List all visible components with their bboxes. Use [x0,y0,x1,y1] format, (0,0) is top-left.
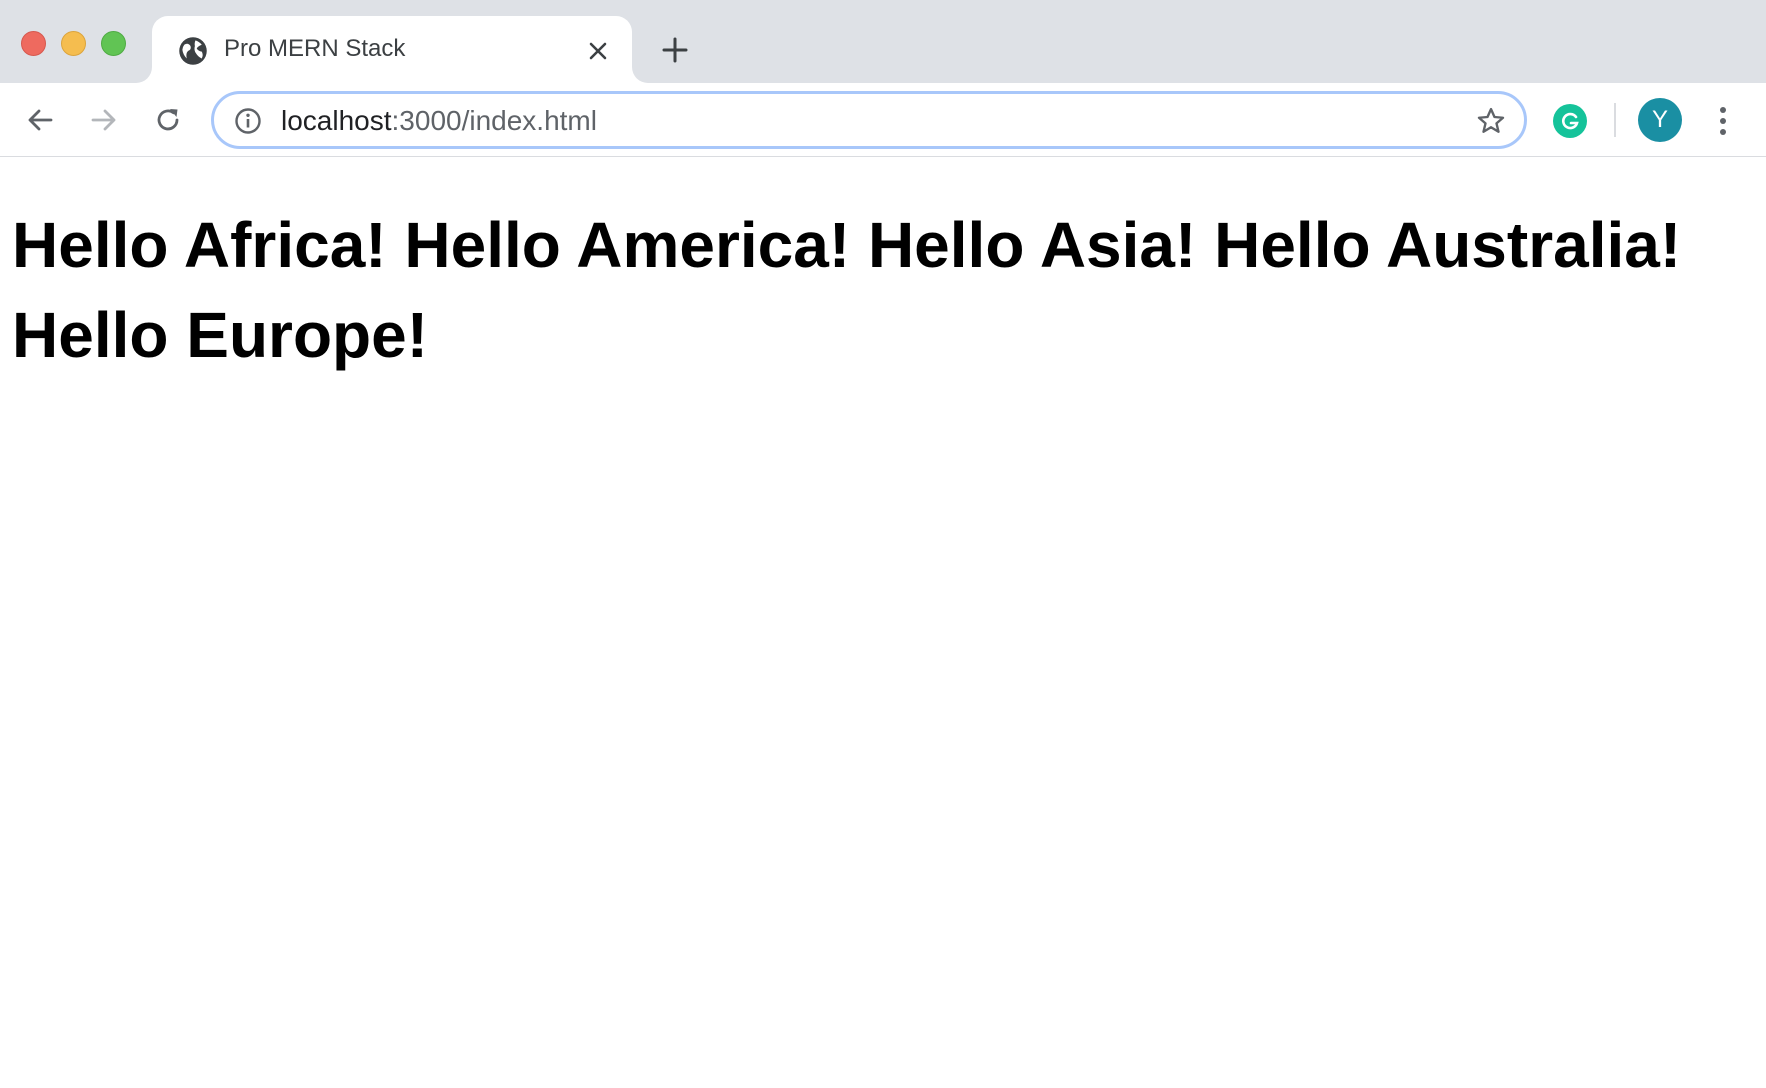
close-tab-button[interactable] [585,38,611,64]
grammarly-g-glyph [1562,112,1579,130]
browser-toolbar: localhost:3000/index.html Y [0,83,1766,157]
window-minimize-button[interactable] [61,31,86,56]
reload-icon [157,109,179,131]
url-host: localhost [281,105,392,136]
reload-button[interactable] [149,101,187,139]
browser-window: Pro MERN Stack localhost:3000/index.html… [0,0,1766,1088]
window-close-button[interactable] [21,31,46,56]
address-bar[interactable]: localhost:3000/index.html [211,91,1527,149]
back-button[interactable] [21,101,59,139]
menu-button[interactable] [1706,102,1740,140]
star-icon[interactable] [1476,106,1506,136]
browser-tab-active[interactable]: Pro MERN Stack [152,16,632,83]
arrow-left-icon [28,109,53,131]
grammarly-icon[interactable] [1553,104,1587,138]
info-icon[interactable] [234,107,262,135]
tab-strip: Pro MERN Stack [0,0,1766,83]
globe-icon [179,37,207,65]
toolbar-divider [1614,103,1616,137]
window-zoom-button[interactable] [101,31,126,56]
more-vertical-icon [1720,107,1726,135]
plus-icon [662,37,688,63]
url-path: :3000/index.html [391,105,597,136]
forward-button[interactable] [85,101,123,139]
close-icon [589,42,607,60]
page-content: Hello Africa! Hello America! Hello Asia!… [0,158,1766,1088]
new-tab-button[interactable] [658,33,692,67]
url-text[interactable]: localhost:3000/index.html [281,105,597,137]
arrow-right-icon [91,109,116,131]
profile-avatar[interactable]: Y [1638,98,1682,142]
tab-title: Pro MERN Stack [224,35,406,62]
page-heading: Hello Africa! Hello America! Hello Asia!… [12,209,1682,371]
